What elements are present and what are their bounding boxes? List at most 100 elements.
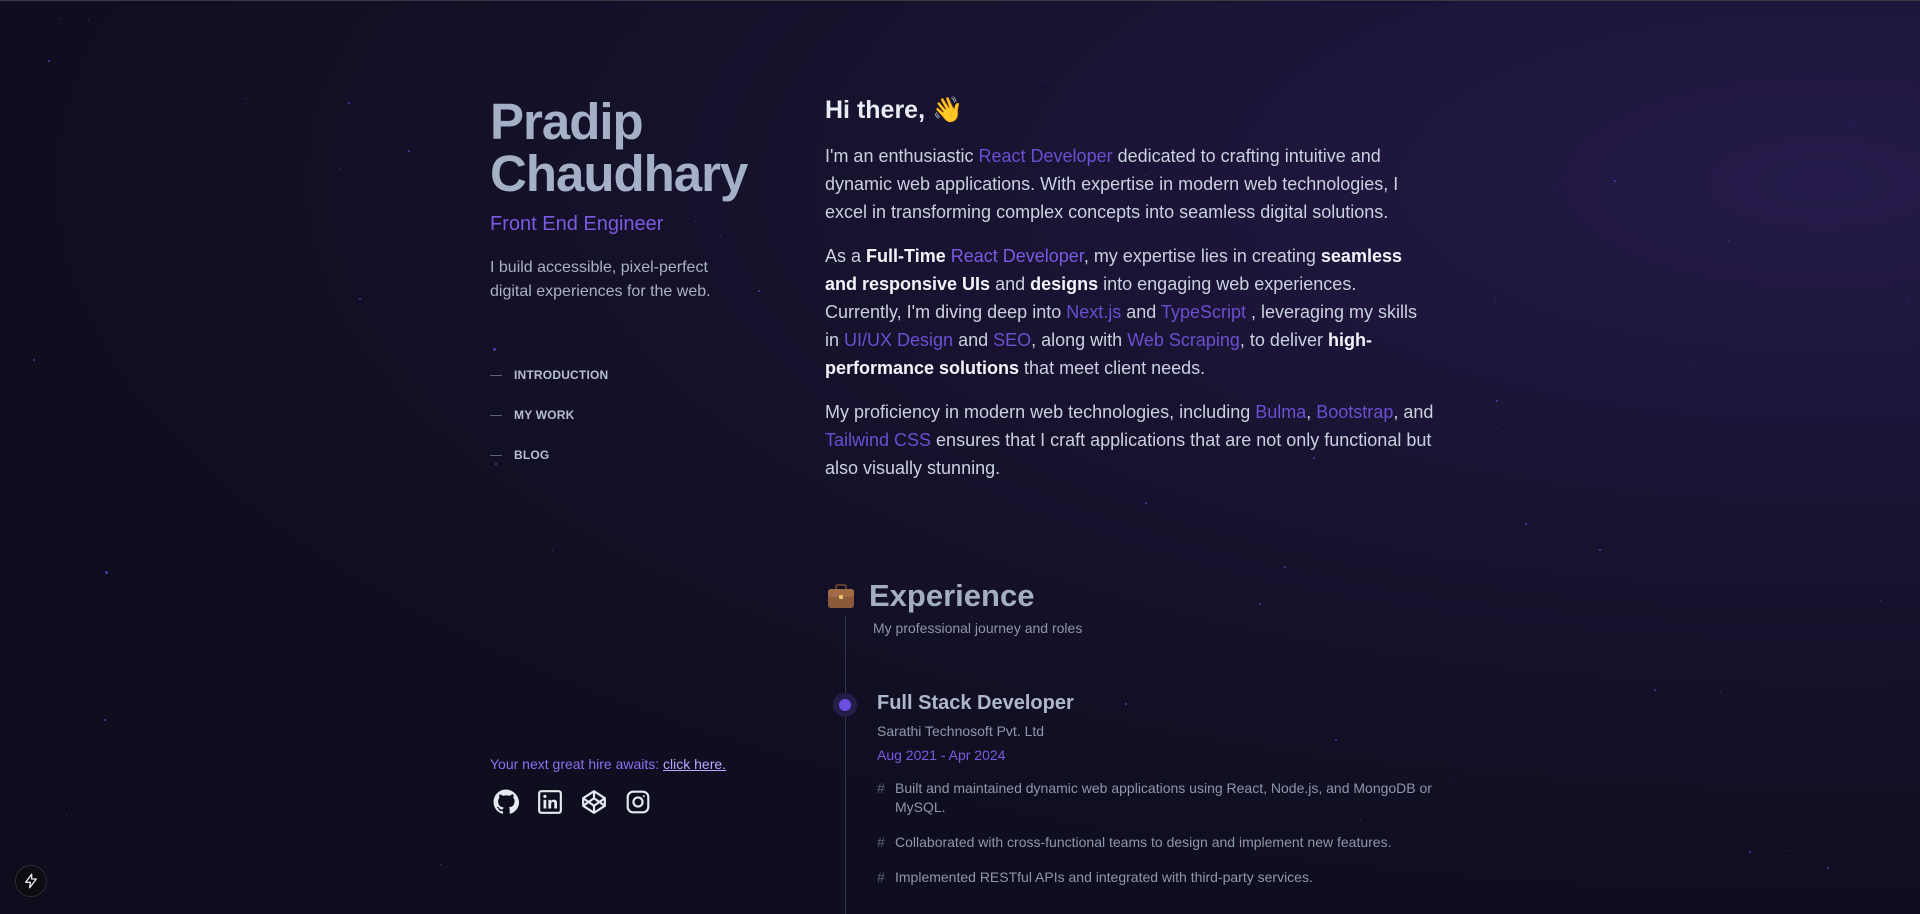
star-dot [48,60,50,62]
lightning-icon [25,873,37,889]
star-dot [408,150,410,152]
star-dot [1602,454,1603,455]
profile-name-first: Pradip [490,93,644,150]
star-dot [1314,569,1315,570]
profile-name: Pradip Chaudhary [490,96,790,200]
star-dot [88,20,89,21]
timeline-line [845,615,846,914]
hire-link[interactable]: click here. [663,756,726,772]
experience-header: Experience [825,578,1445,614]
star-dot [1496,400,1498,402]
star-dot [104,719,106,721]
job-card: Full Stack Developer Sarathi Technosoft … [877,692,1447,903]
top-border [0,0,1920,1]
intro-paragraph-3: My proficiency in modern web technologie… [825,398,1435,482]
profile-name-last: Chaudhary [490,145,748,202]
text-span: My proficiency in modern web technologie… [825,402,1256,422]
github-link[interactable] [493,789,519,815]
intro-section: Hi there, 👋 I'm an enthusiastic React De… [825,96,1435,498]
devtools-toggle-button[interactable] [15,865,47,897]
star-dot [246,98,247,99]
experience-subtitle: My professional journey and roles [873,620,1083,636]
codepen-link[interactable] [581,789,607,815]
job-title: Full Stack Developer [877,692,1074,714]
highlight-nextjs: Next.js [1066,302,1122,322]
briefcase-icon [828,584,854,608]
highlight-typescript: TypeScript [1160,302,1246,322]
instagram-link[interactable] [625,789,651,815]
bullet-text: Collaborated with cross-functional teams… [895,834,1392,850]
text-span: As a [825,246,867,266]
nav-indicator-line [490,374,502,376]
list-item: # Collaborated with cross-functional tea… [877,833,1447,852]
star-dot [1495,298,1496,299]
text-span: , along with [1031,330,1128,350]
text-span: and [953,330,994,350]
profile-tagline: I build accessible, pixel-perfect digita… [490,259,711,300]
greeting-text: Hi there, [825,96,926,124]
timeline-dot [839,699,851,711]
highlight-bulma: Bulma [1255,402,1307,422]
linkedin-link[interactable] [537,789,563,815]
bold-designs: designs [1030,274,1099,294]
star-dot [1284,566,1286,568]
star-dot [1907,300,1908,301]
highlight-bootstrap: Bootstrap [1316,402,1394,422]
star-dot [33,359,35,361]
star-dot [440,864,441,865]
nav-item-introduction[interactable]: INTRODUCTION [490,365,608,385]
star-dot [1525,523,1527,525]
text-span: , and [1393,402,1434,422]
star-dot [1720,692,1721,693]
job-company: Sarathi Technosoft Pvt. Ltd [877,723,1045,739]
star-dot [1880,600,1881,601]
intro-greeting: Hi there, 👋 [825,96,1435,126]
star-dot [1827,867,1829,869]
intro-paragraph-2: As a Full-Time React Developer, my exper… [825,242,1435,382]
list-item: # Implemented RESTful APIs and integrate… [877,868,1447,887]
text-span: and [1121,302,1161,322]
star-dot [805,524,806,525]
star-dot [1145,502,1147,504]
hash-icon: # [877,780,885,796]
profile-header: Pradip Chaudhary Front End Engineer I bu… [490,96,790,304]
star-dot [105,571,108,574]
hash-icon: # [877,869,885,885]
nav-indicator-line [490,414,502,416]
nav-indicator-line [490,454,502,456]
text-span: , [1306,402,1317,422]
highlight-tailwind: Tailwind CSS [825,430,932,450]
nav-item-label: INTRODUCTION [514,368,609,382]
star-dot [493,348,496,351]
hash-icon: # [877,834,885,850]
star-dot [1714,172,1715,173]
star-dot [1045,80,1046,81]
intro-paragraph-1: I'm an enthusiastic React Developer dedi… [825,142,1435,226]
star-dot [1614,180,1616,182]
star-dot [1450,780,1451,781]
star-dot [552,550,553,551]
experience-section: Experience My professional journey and r… [825,578,1445,636]
github-icon [493,789,519,814]
hire-callout: Your next great hire awaits: click here. [490,756,726,772]
codepen-icon [582,790,606,814]
text-span: , to deliver [1239,330,1328,350]
bullet-text: Implemented RESTful APIs and integrated … [895,869,1313,885]
star-dot [1789,850,1790,851]
job-dates: Aug 2021 - Apr 2024 [877,747,1006,763]
highlight-uiux-design: UI/UX Design [844,330,954,350]
nav-item-my-work[interactable]: MY WORK [490,405,608,425]
nav-item-label: MY WORK [514,408,575,422]
bullet-text: Built and maintained dynamic web applica… [895,780,1432,815]
highlight-react-developer: React Developer [978,146,1113,166]
nav-item-label: BLOG [514,448,550,462]
highlight-seo: SEO [993,330,1032,350]
hire-prefix: Your next great hire awaits: [490,756,664,772]
nav-item-blog[interactable]: BLOG [490,445,608,465]
experience-title: Experience [869,578,1035,613]
star-dot [1850,120,1851,121]
star-dot [1654,689,1656,691]
instagram-icon [626,790,650,814]
text-span: and [990,274,1031,294]
text-span: I'm an enthusiastic [825,146,979,166]
